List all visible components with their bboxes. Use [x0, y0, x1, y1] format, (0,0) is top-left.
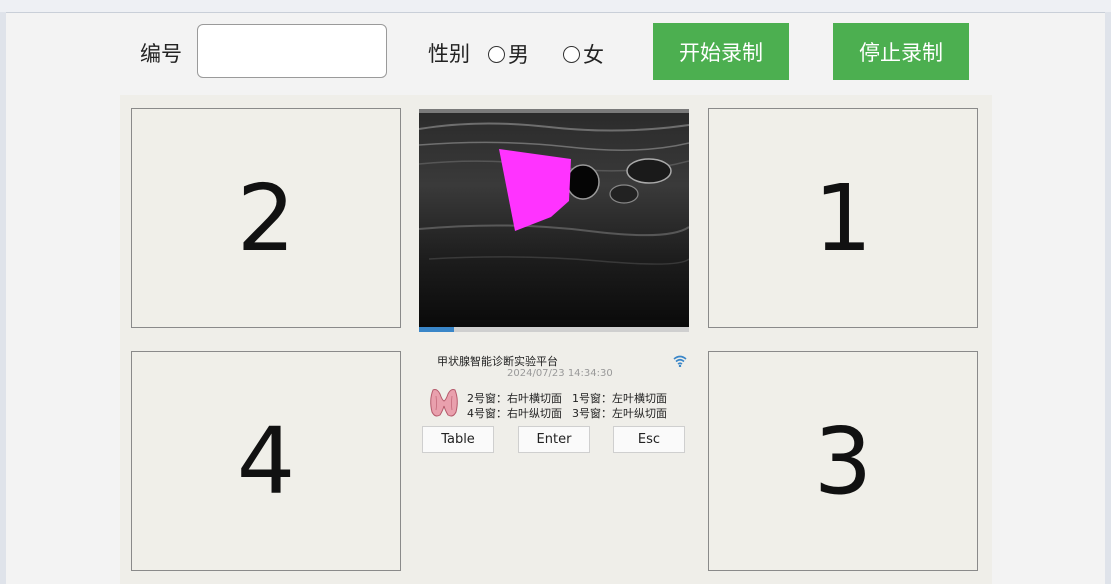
platform-title: 甲状腺智能诊断实验平台: [437, 355, 558, 368]
window-cell-bottom-right[interactable]: 3: [708, 351, 978, 571]
radio-circle-icon[interactable]: [563, 45, 580, 63]
gender-label: 性别: [428, 42, 470, 66]
start-recording-button[interactable]: 开始录制: [653, 23, 789, 80]
window-desc-4: 4号窗：右叶纵切面: [467, 407, 562, 420]
ultrasound-view[interactable]: [419, 109, 689, 327]
enter-button[interactable]: Enter: [518, 426, 590, 453]
wifi-icon: [673, 352, 687, 371]
gender-radio-female[interactable]: 女: [563, 39, 604, 69]
playback-progress-fill: [419, 327, 455, 332]
gender-option-male: 男: [508, 43, 529, 67]
window-right-border: [1105, 12, 1111, 584]
radio-circle-icon[interactable]: [488, 45, 505, 63]
timestamp: 2024/07/23 14:34:30: [507, 368, 613, 379]
ultrasound-image: [419, 109, 689, 327]
thyroid-icon: [427, 386, 461, 424]
playback-progress[interactable]: [419, 327, 689, 332]
window-desc-2: 2号窗：右叶横切面: [467, 392, 562, 405]
window-desc-3: 3号窗：左叶纵切面: [572, 407, 667, 420]
window-cell-top-right[interactable]: 1: [708, 108, 978, 328]
gender-option-female: 女: [583, 43, 604, 67]
window-cell-top-left[interactable]: 2: [131, 108, 401, 328]
stop-recording-button[interactable]: 停止录制: [833, 23, 969, 80]
window-top-border: [0, 0, 1111, 13]
window-left-border: [0, 12, 6, 584]
gender-radio-male[interactable]: 男: [488, 39, 529, 69]
id-label: 编号: [140, 42, 182, 66]
window-cell-bottom-left[interactable]: 4: [131, 351, 401, 571]
window-desc-1: 1号窗：左叶横切面: [572, 392, 667, 405]
id-input[interactable]: [197, 24, 387, 78]
esc-button[interactable]: Esc: [613, 426, 685, 453]
table-button[interactable]: Table: [422, 426, 494, 453]
